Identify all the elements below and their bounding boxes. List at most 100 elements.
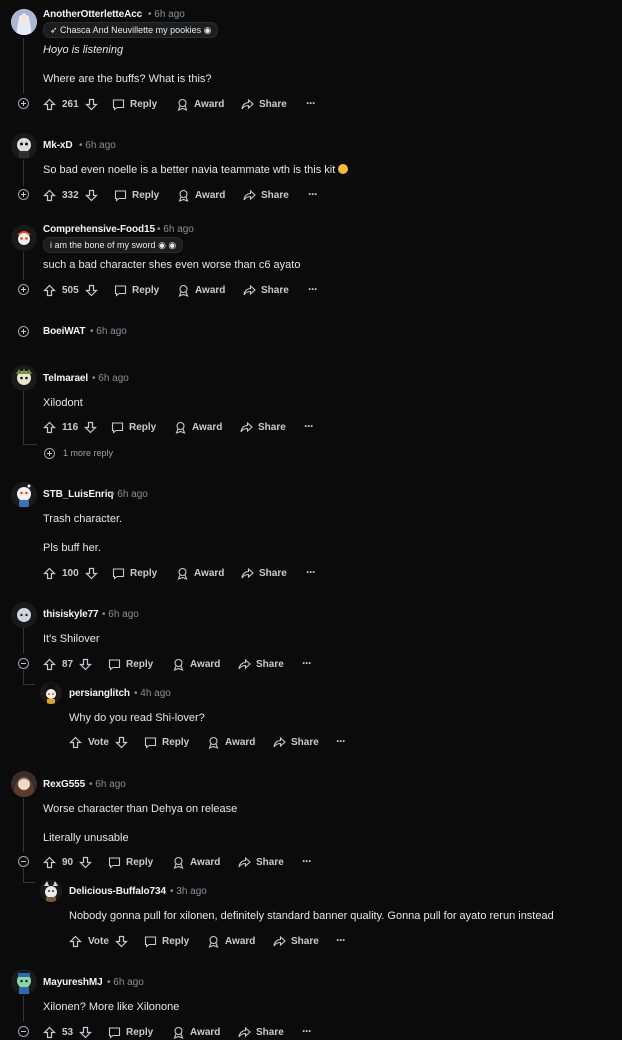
comment-author[interactable]: Mk-xD bbox=[43, 140, 73, 151]
share-button[interactable]: Share bbox=[240, 419, 286, 435]
avatar[interactable] bbox=[11, 9, 37, 35]
avatar[interactable] bbox=[40, 880, 62, 902]
award-button[interactable]: Award bbox=[172, 854, 220, 870]
share-button[interactable]: Share bbox=[238, 656, 284, 672]
expand-comment-icon[interactable] bbox=[18, 326, 29, 337]
downvote-icon[interactable] bbox=[84, 284, 98, 297]
upvote-button[interactable]: 505 bbox=[43, 282, 98, 298]
upvote-button[interactable]: 87 bbox=[43, 656, 93, 672]
downvote-icon[interactable] bbox=[84, 421, 98, 434]
more-replies-link[interactable]: 1 more reply bbox=[63, 448, 113, 458]
share-button[interactable]: Share bbox=[273, 734, 319, 750]
comment-author[interactable]: Telmarael bbox=[43, 373, 88, 384]
downvote-icon[interactable] bbox=[114, 736, 128, 749]
award-button[interactable]: Award bbox=[174, 419, 222, 435]
comment-author[interactable]: Delicious-Buffalo734 bbox=[69, 886, 166, 897]
thread-line bbox=[23, 628, 24, 654]
expand-thread-icon[interactable] bbox=[18, 98, 29, 109]
comment-author[interactable]: persianglitch bbox=[69, 688, 130, 699]
comment-author[interactable]: RexG555 bbox=[43, 779, 85, 790]
more-options-icon[interactable]: ··· bbox=[308, 187, 318, 201]
upvote-button[interactable]: 332 bbox=[43, 187, 98, 203]
comment-icon bbox=[144, 935, 157, 948]
share-button[interactable]: Share bbox=[273, 933, 319, 949]
more-options-icon[interactable]: ··· bbox=[308, 282, 318, 296]
more-options-icon[interactable]: ··· bbox=[306, 565, 316, 579]
award-button[interactable]: Award bbox=[207, 734, 255, 750]
avatar[interactable] bbox=[11, 771, 37, 797]
award-button[interactable]: Award bbox=[177, 282, 225, 298]
award-button[interactable]: Award bbox=[176, 565, 224, 581]
reply-button[interactable]: Reply bbox=[114, 187, 159, 203]
expand-thread-icon[interactable] bbox=[18, 284, 29, 295]
more-options-icon[interactable]: ··· bbox=[302, 1024, 312, 1038]
downvote-icon[interactable] bbox=[84, 98, 98, 111]
comment-time: • 6h ago bbox=[107, 977, 144, 988]
vote-count: 53 bbox=[62, 1026, 74, 1038]
comment-author[interactable]: AnotherOtterletteAcc bbox=[43, 9, 142, 20]
upvote-button[interactable]: 100 bbox=[43, 565, 98, 581]
more-options-icon[interactable]: ··· bbox=[336, 933, 346, 947]
upvote-button[interactable]: 90 bbox=[43, 854, 93, 870]
reply-button[interactable]: Reply bbox=[108, 656, 153, 672]
avatar[interactable] bbox=[11, 969, 37, 995]
comment-author[interactable]: thisiskyle77 bbox=[43, 609, 99, 620]
reply-button[interactable]: Reply bbox=[108, 854, 153, 870]
award-button[interactable]: Award bbox=[207, 933, 255, 949]
downvote-icon[interactable] bbox=[114, 935, 128, 948]
more-options-icon[interactable]: ··· bbox=[302, 656, 312, 670]
more-options-icon[interactable]: ··· bbox=[302, 854, 312, 868]
reply-button[interactable]: Reply bbox=[111, 419, 156, 435]
avatar[interactable] bbox=[11, 133, 37, 159]
share-button[interactable]: Share bbox=[241, 565, 287, 581]
downvote-icon[interactable] bbox=[79, 658, 93, 671]
reply-button[interactable]: Reply bbox=[112, 565, 157, 581]
avatar[interactable] bbox=[40, 682, 62, 704]
thread-line bbox=[23, 38, 24, 94]
reply-button[interactable]: Reply bbox=[112, 96, 157, 112]
collapse-thread-icon[interactable] bbox=[18, 1026, 29, 1037]
downvote-icon[interactable] bbox=[79, 856, 93, 869]
downvote-icon[interactable] bbox=[79, 1026, 93, 1039]
award-button[interactable]: Award bbox=[176, 96, 224, 112]
share-button[interactable]: Share bbox=[243, 187, 289, 203]
avatar[interactable] bbox=[11, 225, 37, 251]
comment-text: such a bad character shes even worse tha… bbox=[43, 259, 301, 271]
upvote-button[interactable]: 116 bbox=[43, 419, 98, 435]
collapse-thread-icon[interactable] bbox=[18, 856, 29, 867]
upvote-button[interactable]: Vote bbox=[69, 734, 128, 750]
upvote-button[interactable]: Vote bbox=[69, 933, 128, 949]
more-replies-icon[interactable] bbox=[44, 448, 55, 459]
avatar[interactable] bbox=[11, 482, 37, 508]
upvote-button[interactable]: 261 bbox=[43, 96, 98, 112]
comment-author[interactable]: STB_LuisEnriq bbox=[43, 489, 113, 500]
comment-author[interactable]: Comprehensive-Food15 bbox=[43, 224, 155, 235]
reply-button[interactable]: Reply bbox=[114, 282, 159, 298]
share-icon bbox=[241, 98, 254, 109]
award-button[interactable]: Award bbox=[177, 187, 225, 203]
comment-text: Where are the buffs? What is this? bbox=[43, 73, 212, 85]
reply-button[interactable]: Reply bbox=[144, 734, 189, 750]
share-button[interactable]: Share bbox=[243, 282, 289, 298]
more-options-icon[interactable]: ··· bbox=[336, 734, 346, 748]
collapse-thread-icon[interactable] bbox=[18, 658, 29, 669]
share-button[interactable]: Share bbox=[238, 854, 284, 870]
reply-button[interactable]: Reply bbox=[144, 933, 189, 949]
downvote-icon[interactable] bbox=[84, 567, 98, 580]
expand-thread-icon[interactable] bbox=[18, 189, 29, 200]
avatar[interactable] bbox=[11, 365, 37, 391]
award-icon bbox=[177, 567, 188, 580]
comment-time: • 6h ago bbox=[111, 489, 148, 500]
comment-text: It's Shilover bbox=[43, 633, 100, 645]
downvote-icon[interactable] bbox=[84, 189, 98, 202]
more-options-icon[interactable]: ··· bbox=[304, 419, 314, 433]
award-button[interactable]: Award bbox=[172, 656, 220, 672]
avatar[interactable] bbox=[11, 602, 37, 628]
upvote-icon bbox=[43, 421, 56, 433]
more-options-icon[interactable]: ··· bbox=[306, 96, 316, 110]
share-button[interactable]: Share bbox=[241, 96, 287, 112]
comment-author[interactable]: BoeiWAT bbox=[43, 326, 86, 337]
comment-author[interactable]: MayureshMJ bbox=[43, 977, 103, 988]
thread-line bbox=[23, 996, 24, 1022]
vote-count: 100 bbox=[62, 567, 79, 579]
